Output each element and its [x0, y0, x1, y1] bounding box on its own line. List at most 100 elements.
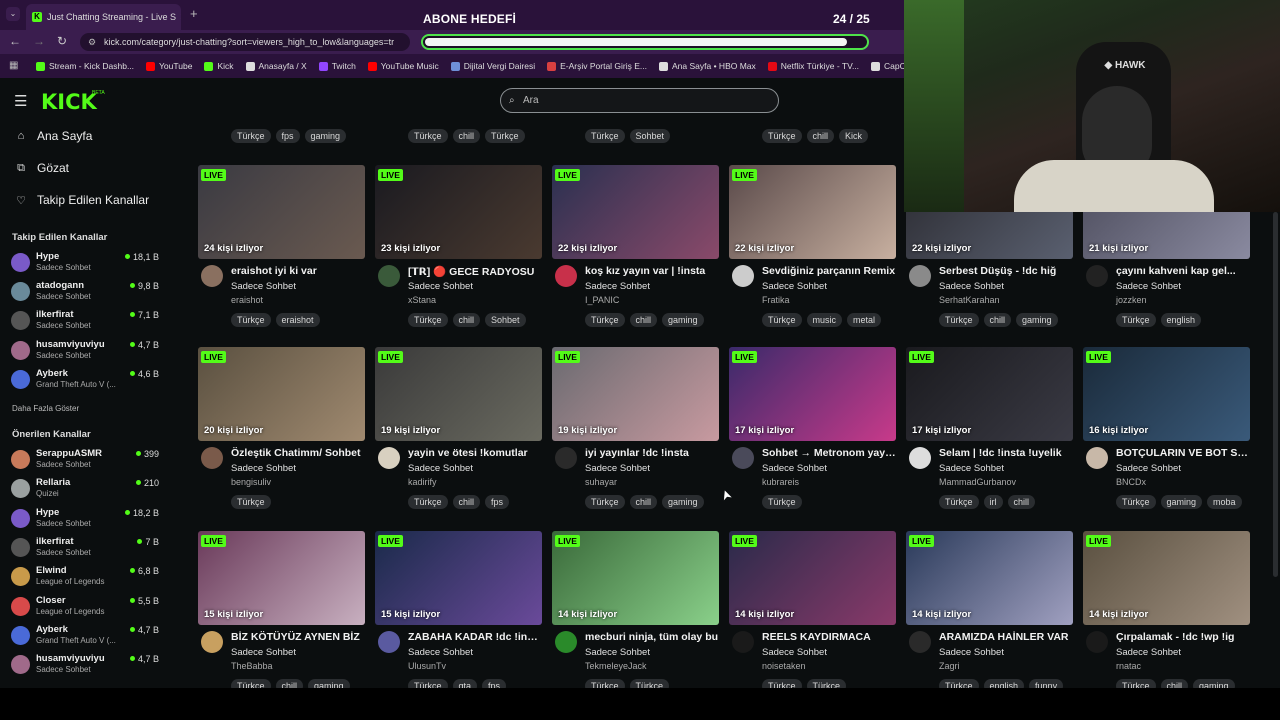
channel-avatar[interactable] [909, 631, 931, 653]
bookmark-item[interactable]: Dijital Vergi Dairesi [450, 61, 535, 71]
tag-chip[interactable]: music [806, 313, 843, 327]
tag-chip[interactable]: Türkçe [1116, 495, 1156, 509]
stream-title[interactable]: Sevdiğiniz parçanın Remix [762, 265, 896, 277]
stream-title[interactable]: Selam | !dc !insta !uyelik [939, 447, 1073, 459]
stream-card[interactable]: LIVE 19 kişi izliyor yayin ve ötesi !komut… [375, 347, 542, 517]
tag-chip[interactable]: irl [983, 495, 1003, 509]
tag-chip[interactable]: chill [452, 313, 481, 327]
stream-card[interactable]: LIVE 14 kişi izliyor mecburi ninja, tüm ol… [552, 531, 719, 688]
channel-name[interactable]: suhayar [585, 477, 617, 487]
channel-avatar[interactable] [732, 265, 754, 287]
channel-name[interactable]: I_PANIC [585, 295, 619, 305]
stream-title[interactable]: eraishot iyi ki var [231, 265, 365, 277]
channel-avatar[interactable] [555, 631, 577, 653]
channel-name[interactable]: TheBabba [231, 661, 273, 671]
stream-category[interactable]: Sadece Sohbet [762, 281, 827, 292]
stream-category[interactable]: Sadece Sohbet [408, 647, 473, 658]
stream-thumbnail[interactable]: LIVE 19 kişi izliyor [552, 347, 719, 441]
tag-chip[interactable]: chill [629, 313, 658, 327]
apps-grid-icon[interactable]: ▦ [9, 60, 18, 71]
channel-avatar[interactable] [555, 447, 577, 469]
channel-name[interactable]: UlusunTv [408, 661, 446, 671]
tag-chip[interactable]: Türkçe [762, 679, 802, 688]
sidebar-channel-ayberk[interactable]: Ayberk Grand Theft Auto V (... 4,7 B [11, 624, 161, 650]
tag-chip[interactable]: Türkçe [231, 495, 271, 509]
stream-category[interactable]: Sadece Sohbet [762, 463, 827, 474]
tag-chip[interactable]: Türkçe [408, 313, 448, 327]
tag-chip[interactable]: Türkçe [939, 679, 979, 688]
tag-chip[interactable]: metal [847, 313, 882, 327]
tag-chip[interactable]: Sohbet [485, 313, 526, 327]
nav-ana-sayfa[interactable]: ⌂ Ana Sayfa [15, 129, 93, 143]
stream-card[interactable]: LIVE 22 kişi izliyor koş kız yayın var | !… [552, 165, 719, 335]
nav-g-zat[interactable]: ⧉ Gözat [15, 161, 69, 175]
stream-card[interactable]: LIVE 14 kişi izliyor Çırpalamak - !dc !wp … [1083, 531, 1250, 688]
stream-category[interactable]: Sadece Sohbet [585, 281, 650, 292]
kick-logo[interactable]: KICK [41, 90, 97, 114]
stream-category[interactable]: Sadece Sohbet [939, 647, 1004, 658]
channel-name[interactable]: BNCDx [1116, 477, 1146, 487]
stream-category[interactable]: Sadece Sohbet [939, 463, 1004, 474]
stream-card[interactable]: LIVE 17 kişi izliyor Sohbet → Metronom yay… [729, 347, 896, 517]
tag-chip[interactable]: chill [452, 129, 481, 143]
stream-thumbnail[interactable]: LIVE 23 kişi izliyor [375, 165, 542, 259]
page-scrollbar[interactable] [1273, 212, 1278, 577]
stream-thumbnail[interactable]: LIVE 15 kişi izliyor [198, 531, 365, 625]
tag-chip[interactable]: Türkçe [231, 679, 271, 688]
back-icon[interactable]: ← [9, 34, 21, 48]
channel-avatar[interactable] [1086, 447, 1108, 469]
tag-chip[interactable]: Türkçe [762, 129, 802, 143]
tag-chip[interactable]: chill [452, 495, 481, 509]
channel-avatar[interactable] [378, 447, 400, 469]
sidebar-channel-elwind[interactable]: Elwind League of Legends 6,8 B [11, 565, 161, 591]
stream-thumbnail[interactable]: LIVE 22 kişi izliyor [552, 165, 719, 259]
channel-name[interactable]: noisetaken [762, 661, 806, 671]
stream-thumbnail[interactable]: LIVE 22 kişi izliyor [729, 165, 896, 259]
stream-title[interactable]: ARAMIZDA HAİNLER VAR [939, 631, 1073, 643]
tag-chip[interactable]: Türkçe [231, 313, 271, 327]
stream-title[interactable]: Özleştik Chatimm/ Sohbet [231, 447, 365, 459]
tag-chip[interactable]: fps [275, 129, 300, 143]
tag-chip[interactable]: gaming [662, 313, 704, 327]
stream-thumbnail[interactable]: LIVE 15 kişi izliyor [375, 531, 542, 625]
tag-chip[interactable]: funny [1029, 679, 1064, 688]
new-tab-icon[interactable]: + [190, 6, 198, 21]
tag-chip[interactable]: eraishot [275, 313, 320, 327]
bookmark-item[interactable]: Netflix Türkiye - TV... [767, 61, 859, 71]
stream-thumbnail[interactable]: LIVE 14 kişi izliyor [1083, 531, 1250, 625]
tag-chip[interactable]: gaming [1016, 313, 1058, 327]
stream-card[interactable]: LIVE 24 kişi izliyor eraishot iyi ki var Sa… [198, 165, 365, 335]
stream-card[interactable]: LIVE 16 kişi izliyor BOTÇULARIN VE BOT SAY… [1083, 347, 1250, 517]
stream-category[interactable]: Sadece Sohbet [231, 281, 296, 292]
bookmark-item[interactable]: Twitch [318, 61, 356, 71]
channel-name[interactable]: jozzken [1116, 295, 1147, 305]
tag-chip[interactable]: Türkçe [939, 495, 979, 509]
stream-thumbnail[interactable]: LIVE 14 kişi izliyor [906, 531, 1073, 625]
stream-category[interactable]: Sadece Sohbet [231, 647, 296, 658]
tag-chip[interactable]: chill [1007, 495, 1036, 509]
tab-list-icon[interactable]: ⌄ [6, 7, 20, 21]
bookmark-item[interactable]: YouTube Music [367, 61, 439, 71]
stream-thumbnail[interactable]: LIVE 14 kişi izliyor [729, 531, 896, 625]
menu-icon[interactable]: ☰ [14, 92, 27, 110]
forward-icon[interactable]: → [33, 34, 45, 48]
sidebar-channel-husamviyuviyu[interactable]: husamviyuviyu Sadece Sohbet 4,7 B [11, 653, 161, 679]
stream-title[interactable]: mecburi ninja, tüm olay bu [585, 631, 719, 643]
tag-chip[interactable]: chill [629, 495, 658, 509]
tag-chip[interactable]: Kick [839, 129, 869, 143]
stream-thumbnail[interactable]: LIVE 17 kişi izliyor [906, 347, 1073, 441]
channel-name[interactable]: kadirify [408, 477, 437, 487]
tag-chip[interactable]: Türkçe [585, 679, 625, 688]
tag-chip[interactable]: Türkçe [806, 679, 847, 688]
stream-card[interactable]: LIVE 20 kişi izliyor Özleştik Chatimm/ Soh… [198, 347, 365, 517]
channel-name[interactable]: Zagri [939, 661, 960, 671]
channel-name[interactable]: Fratika [762, 295, 790, 305]
sidebar-channel-closer[interactable]: Closer League of Legends 5,5 B [11, 595, 161, 621]
tag-chip[interactable]: Türkçe [408, 129, 448, 143]
stream-title[interactable]: Çırpalamak - !dc !wp !ig [1116, 631, 1250, 643]
channel-avatar[interactable] [732, 631, 754, 653]
stream-category[interactable]: Sadece Sohbet [231, 463, 296, 474]
channel-avatar[interactable] [201, 447, 223, 469]
sidebar-channel-hype[interactable]: Hype Sadece Sohbet 18,1 B [11, 251, 161, 277]
stream-title[interactable]: yayin ve ötesi !komutlar [408, 447, 542, 459]
